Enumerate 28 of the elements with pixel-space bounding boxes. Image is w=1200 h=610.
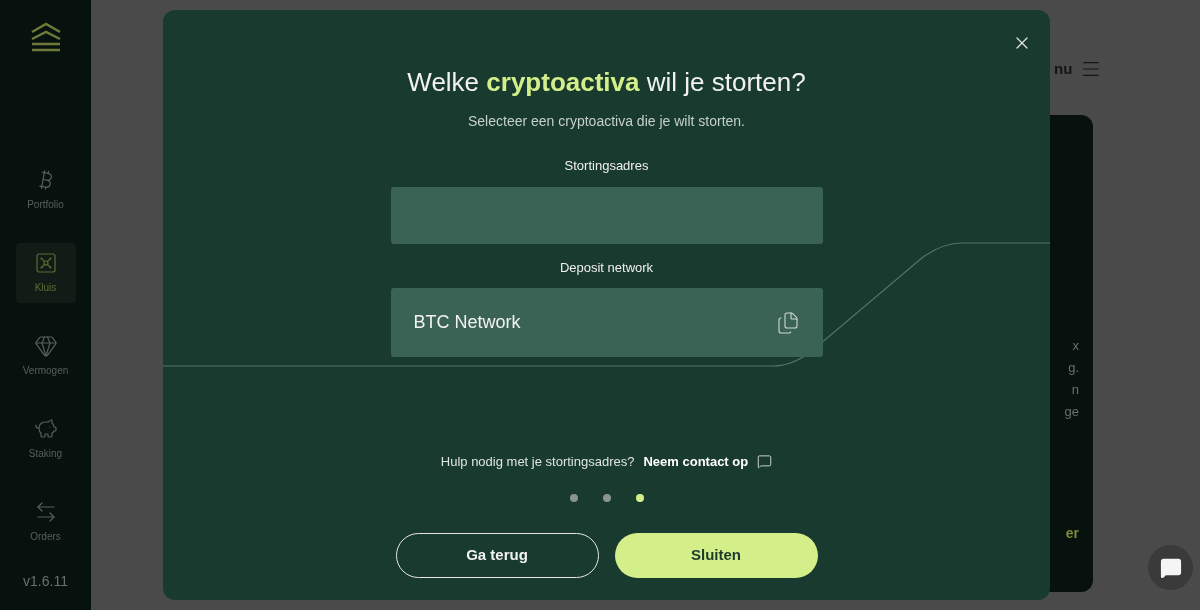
sidebar-item[interactable]: Vermogen	[15, 326, 76, 386]
modal-subtitle: Selecteer een cryptoactiva die je wilt storten.	[468, 112, 745, 131]
input-field[interactable]	[390, 186, 823, 244]
version-label: v1.6.11	[23, 572, 68, 591]
card-text: ge	[1064, 403, 1079, 421]
contact-link[interactable]: Neem contact op	[643, 452, 749, 472]
help-text: Hulp nodig met je stortingsadres?	[440, 453, 635, 471]
card-link[interactable]: er	[1065, 523, 1079, 544]
sidebar-item[interactable]: Portfolio	[15, 160, 76, 220]
card-text: x	[1072, 337, 1079, 355]
sidebar-item[interactable]: Orders	[15, 492, 76, 552]
diamond-icon	[33, 334, 58, 358]
card-text: n	[1071, 381, 1079, 399]
chat-button[interactable]	[1148, 545, 1193, 590]
field-label: Stortingsadres	[564, 157, 649, 175]
modal-title: Welke cryptoactiva wil je storten?	[407, 66, 806, 99]
sidebar-item[interactable]: Kluis	[15, 243, 76, 303]
chat-bubble-icon[interactable]	[757, 454, 773, 470]
safe-icon	[33, 251, 58, 275]
card-text: g.	[1068, 359, 1079, 377]
close-button[interactable]: Sluiten	[614, 532, 818, 578]
chat-icon	[1159, 556, 1182, 579]
sidebar-item[interactable]: Staking	[15, 409, 76, 469]
field-label: Deposit network	[559, 258, 654, 277]
copy-icon[interactable]	[775, 310, 800, 335]
logo-icon	[29, 22, 62, 52]
piggy-bank-icon	[33, 417, 58, 441]
input-field[interactable]: BTC Network	[390, 288, 823, 357]
